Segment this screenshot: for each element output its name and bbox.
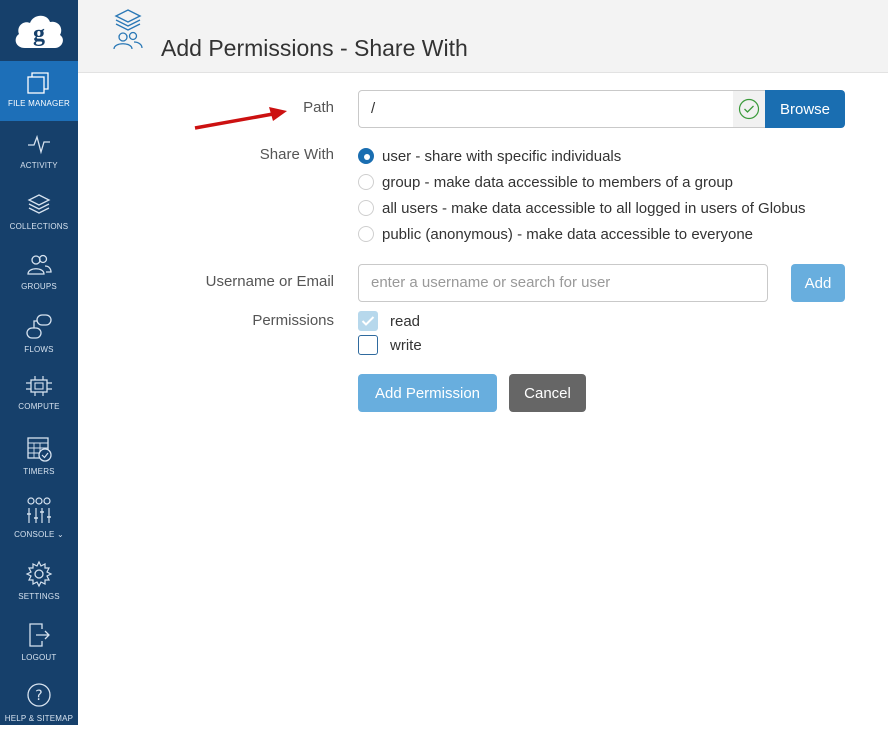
gear-icon [25, 560, 53, 588]
username-label: Username or Email [205, 273, 334, 290]
sidebar-item-activity[interactable]: ACTIVITY [0, 121, 78, 181]
sidebar-item-label: COLLECTIONS [9, 222, 69, 231]
share-option-label: public (anonymous) - make data accessibl… [382, 225, 754, 243]
permission-label: read [390, 312, 421, 330]
sidebar-item-label: FILE MANAGER [8, 99, 70, 108]
radio-button[interactable] [358, 226, 374, 242]
share-option-public[interactable]: public (anonymous) - make data accessibl… [358, 224, 753, 244]
permission-label: write [390, 336, 422, 354]
check-circle-icon [738, 98, 760, 120]
radio-button[interactable] [358, 200, 374, 216]
permission-write[interactable]: write [358, 335, 422, 355]
sidebar-item-groups[interactable]: GROUPS [0, 242, 78, 302]
add-permission-button[interactable]: Add Permission [358, 374, 497, 412]
sidebar-item-label: SETTINGS [18, 592, 60, 601]
sidebar-item-timers[interactable]: TIMERS [0, 425, 78, 485]
share-option-label: all users - make data accessible to all … [382, 199, 806, 217]
radio-button[interactable] [358, 174, 374, 190]
svg-text:?: ? [35, 688, 42, 704]
chevron-down-icon: ⌄ [57, 530, 64, 539]
sidebar-item-collections[interactable]: COLLECTIONS [0, 182, 78, 242]
sidebar-item-help[interactable]: ? HELP & SITEMAP [0, 672, 78, 732]
timers-icon [27, 437, 52, 462]
sidebar-item-flows[interactable]: FLOWS [0, 303, 78, 363]
sidebar-item-label: GROUPS [21, 282, 57, 291]
compute-icon [26, 376, 52, 396]
page-header: Add Permissions - Share With [78, 0, 888, 73]
permissions-label: Permissions [252, 312, 334, 329]
cancel-button[interactable]: Cancel [509, 374, 586, 412]
share-option-user[interactable]: user - share with specific individuals [358, 146, 621, 166]
sidebar-item-file-manager[interactable]: FILE MANAGER [0, 61, 78, 121]
checkbox[interactable] [358, 335, 378, 355]
permission-read[interactable]: read [358, 311, 420, 331]
sidebar-item-logout[interactable]: LOGOUT [0, 611, 78, 671]
sidebar-item-label: CONSOLE ⌄ [14, 530, 64, 539]
activity-icon [28, 134, 50, 155]
path-label: Path [303, 99, 334, 116]
sidebar-item-label: LOGOUT [21, 653, 57, 662]
share-option-label: group - make data accessible to members … [382, 173, 734, 191]
share-option-label: user - share with specific individuals [382, 147, 622, 165]
checkbox[interactable] [358, 311, 378, 331]
add-user-button[interactable]: Add [791, 264, 845, 302]
browse-button[interactable]: Browse [765, 90, 845, 128]
share-option-all-users[interactable]: all users - make data accessible to all … [358, 198, 806, 218]
sidebar-item-compute[interactable]: COMPUTE [0, 364, 78, 424]
sidebar-item-label: FLOWS [24, 345, 54, 354]
username-search-input[interactable]: enter a username or search for user [358, 264, 768, 302]
groups-icon [27, 254, 52, 275]
path-valid-indicator [733, 90, 766, 128]
sidebar-item-console[interactable]: CONSOLE ⌄ [0, 486, 78, 546]
file-manager-icon [27, 72, 49, 94]
sidebar-item-label: ACTIVITY [20, 161, 58, 170]
console-icon [27, 497, 51, 523]
sidebar-item-label: TIMERS [23, 467, 55, 476]
share-permissions-icon [113, 9, 143, 50]
path-input[interactable]: / [358, 90, 734, 128]
sidebar-item-label: HELP & SITEMAP [4, 714, 74, 723]
radio-button[interactable] [358, 148, 374, 164]
flows-icon [26, 314, 52, 339]
help-icon: ? [27, 683, 51, 707]
page-title: Add Permissions - Share With [161, 35, 468, 61]
sidebar: g FILE MANAGER ACTIVITY COLLECTIONS GROU… [0, 0, 78, 725]
logout-icon [29, 623, 50, 647]
sidebar-item-settings[interactable]: SETTINGS [0, 550, 78, 610]
collections-icon [27, 194, 51, 214]
globus-logo[interactable]: g [0, 0, 78, 60]
share-with-label: Share With [259, 146, 334, 163]
svg-text:g: g [33, 21, 45, 47]
share-option-group[interactable]: group - make data accessible to members … [358, 172, 733, 192]
checkmark-icon [361, 316, 375, 326]
sidebar-item-label: COMPUTE [18, 402, 60, 411]
